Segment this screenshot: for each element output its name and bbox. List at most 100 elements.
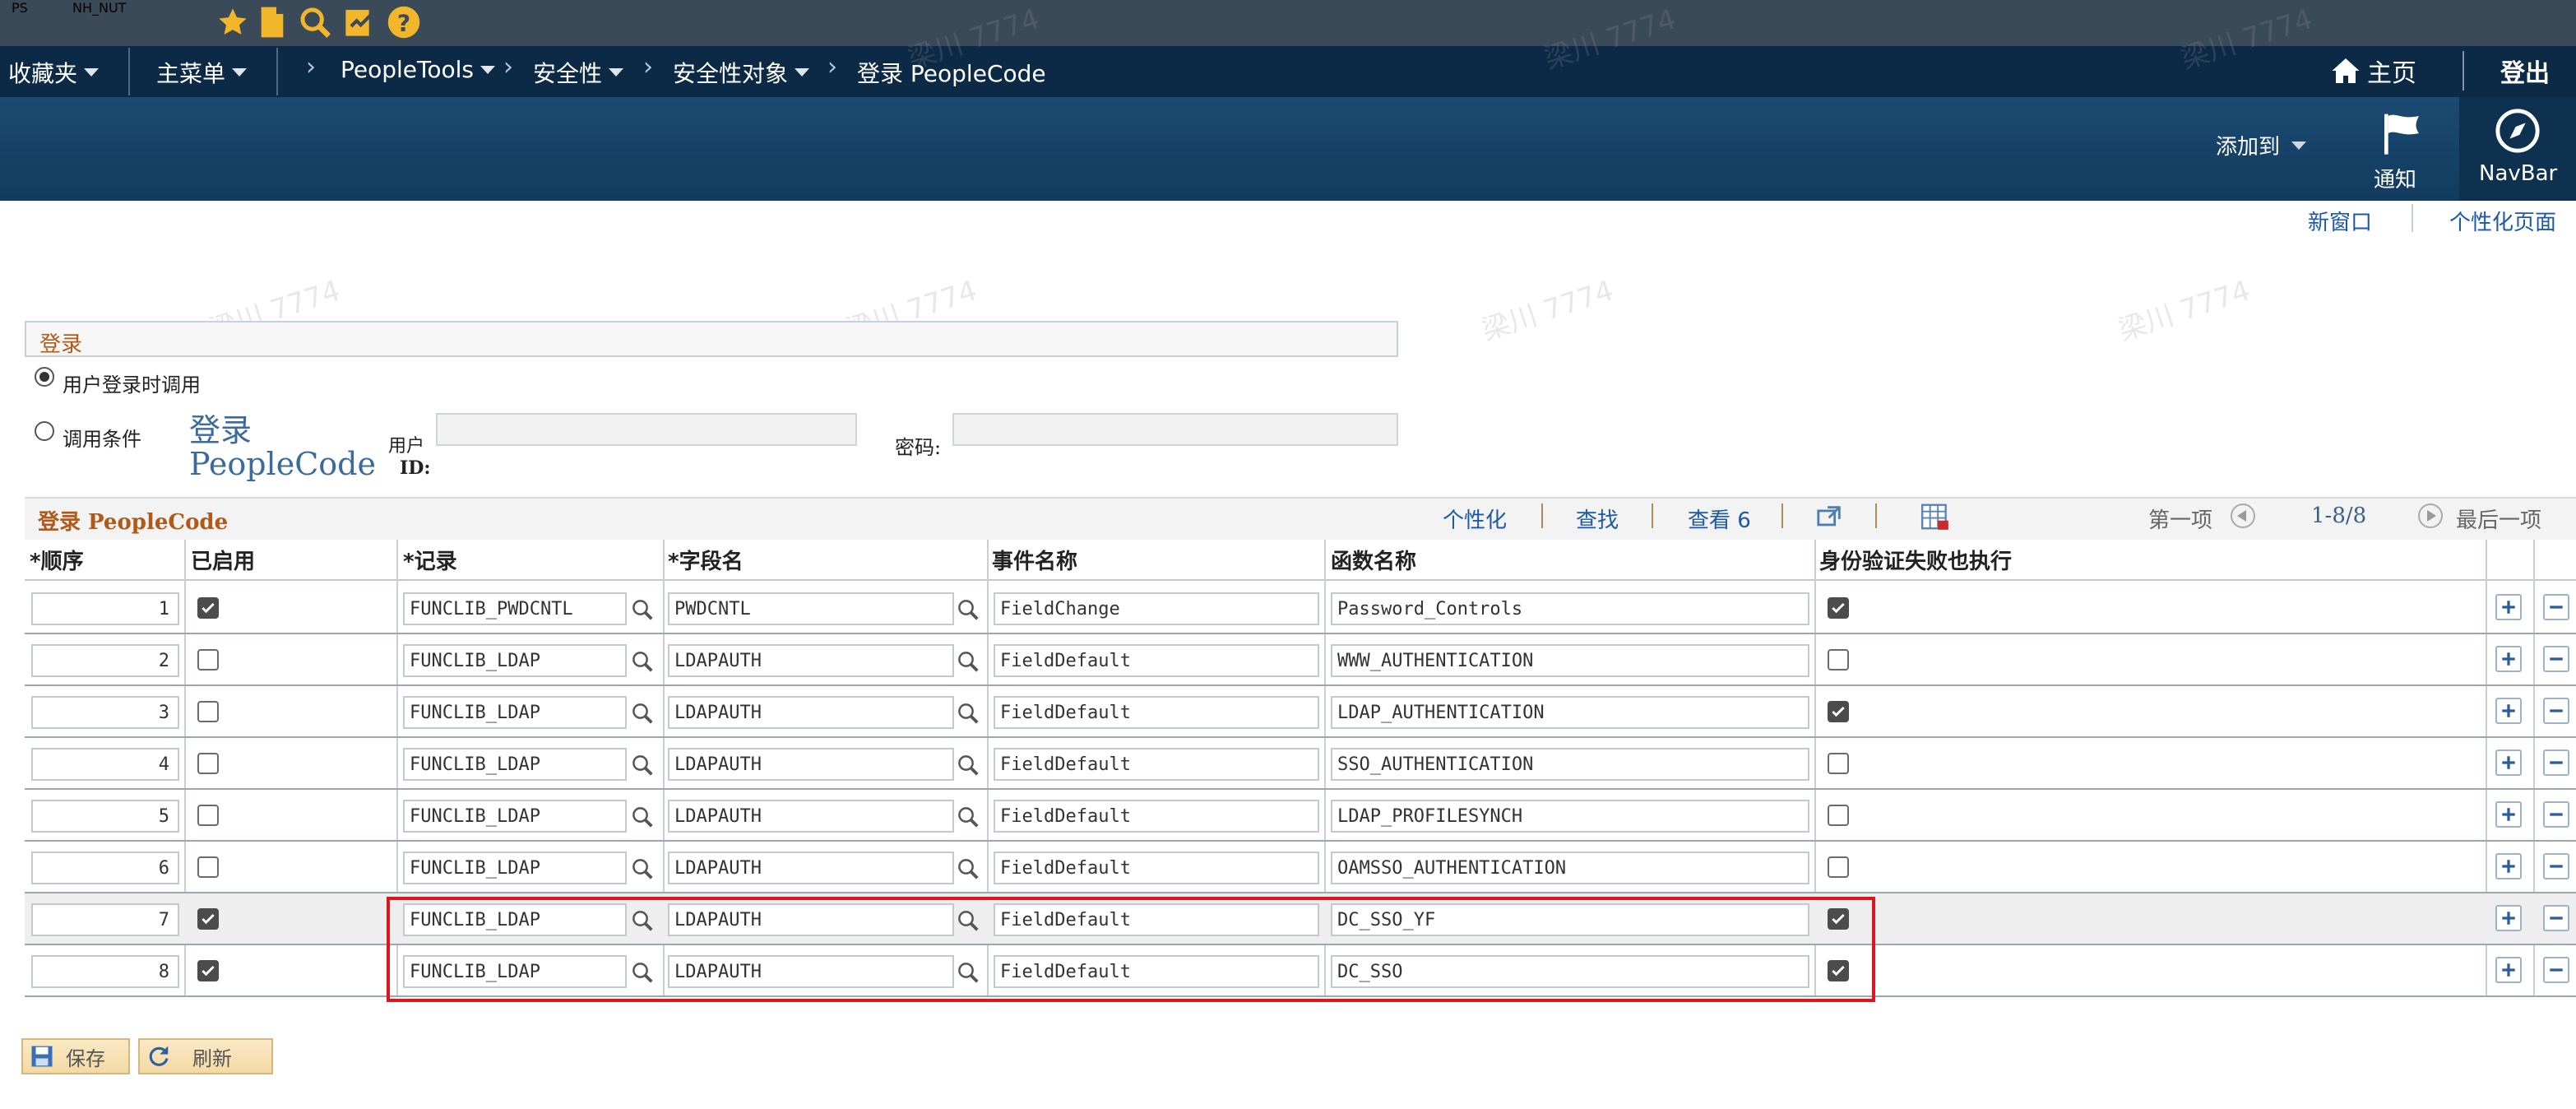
add-row-button[interactable] (2495, 801, 2522, 828)
exec-on-fail-checkbox[interactable] (1828, 805, 1849, 826)
record-lookup-icon[interactable] (630, 805, 655, 829)
grid-first-label[interactable]: 第一项 (2148, 503, 2212, 534)
field-lookup-icon[interactable] (956, 856, 980, 881)
field-name-field[interactable]: LDAPAUTH (668, 644, 954, 677)
add-row-button[interactable] (2495, 853, 2522, 879)
column-header-record[interactable]: *记录 (403, 545, 457, 575)
column-header-event[interactable]: 事件名称 (992, 545, 1077, 575)
field-lookup-icon[interactable] (956, 805, 980, 829)
delete-row-button[interactable] (2543, 698, 2569, 724)
main-menu[interactable]: 主菜单 (156, 56, 248, 89)
next-row-icon[interactable] (2418, 503, 2443, 528)
record-field[interactable]: FUNCLIB_LDAP (403, 696, 627, 729)
exec-on-fail-checkbox[interactable] (1828, 597, 1849, 619)
event-name-field[interactable]: FieldDefault (994, 800, 1319, 833)
field-lookup-icon[interactable] (956, 701, 980, 726)
record-lookup-icon[interactable] (630, 597, 655, 622)
record-field[interactable]: FUNCLIB_LDAP (403, 851, 627, 884)
column-header-exec-on-fail[interactable]: 身份验证失败也执行 (1819, 545, 2012, 575)
breadcrumb-peopletools[interactable]: PeopleTools (341, 56, 495, 83)
function-name-field[interactable]: LDAP_AUTHENTICATION (1331, 696, 1809, 729)
enabled-checkbox[interactable] (197, 908, 219, 930)
exec-on-fail-checkbox[interactable] (1828, 649, 1849, 671)
exec-on-fail-checkbox[interactable] (1828, 856, 1849, 878)
exec-on-fail-checkbox[interactable] (1828, 753, 1849, 774)
delete-row-button[interactable] (2543, 957, 2569, 983)
column-header-seq[interactable]: *顺序 (30, 545, 84, 575)
password-field[interactable] (952, 413, 1398, 446)
add-row-button[interactable] (2495, 646, 2522, 672)
record-field[interactable]: FUNCLIB_LDAP (403, 800, 627, 833)
enabled-checkbox[interactable] (197, 701, 219, 722)
record-field[interactable]: FUNCLIB_PWDCNTL (403, 592, 627, 625)
favorite-star-icon[interactable] (214, 3, 252, 41)
function-name-field[interactable]: LDAP_PROFILESYNCH (1331, 800, 1809, 833)
seq-field[interactable]: 2 (31, 644, 179, 677)
record-lookup-icon[interactable] (630, 753, 655, 777)
personalize-page-link[interactable]: 个性化页面 (2449, 206, 2556, 236)
seq-field[interactable]: 1 (31, 592, 179, 625)
seq-field[interactable]: 6 (31, 851, 179, 884)
delete-row-button[interactable] (2543, 749, 2569, 776)
field-lookup-icon[interactable] (956, 649, 980, 674)
seq-field[interactable]: 5 (31, 800, 179, 833)
seq-field[interactable]: 3 (31, 696, 179, 729)
add-row-button[interactable] (2495, 957, 2522, 983)
exec-on-fail-checkbox[interactable] (1828, 701, 1849, 722)
search-icon[interactable] (296, 3, 334, 41)
home-link[interactable]: 主页 (2331, 53, 2416, 89)
column-header-function[interactable]: 函数名称 (1331, 545, 1416, 575)
logout-link[interactable]: 登出 (2500, 53, 2550, 89)
notification-button[interactable]: 通知 (2369, 104, 2435, 194)
delete-row-button[interactable] (2543, 594, 2569, 620)
event-name-field[interactable]: FieldDefault (994, 748, 1319, 781)
add-row-button[interactable] (2495, 698, 2522, 724)
enabled-checkbox[interactable] (197, 856, 219, 878)
enabled-checkbox[interactable] (197, 597, 219, 619)
record-lookup-icon[interactable] (630, 856, 655, 881)
record-field[interactable]: FUNCLIB_LDAP (403, 644, 627, 677)
add-row-button[interactable] (2495, 594, 2522, 620)
field-name-field[interactable]: LDAPAUTH (668, 748, 954, 781)
refresh-button[interactable]: 刷新 (138, 1038, 273, 1074)
add-row-button[interactable] (2495, 905, 2522, 931)
zoom-grid-icon[interactable] (1816, 503, 1844, 530)
grid-view-all-link[interactable]: 查看 6 (1688, 503, 1751, 534)
field-lookup-icon[interactable] (956, 753, 980, 777)
function-name-field[interactable]: WWW_AUTHENTICATION (1331, 644, 1809, 677)
event-name-field[interactable]: FieldDefault (994, 851, 1319, 884)
report-icon[interactable] (341, 3, 378, 41)
enabled-checkbox[interactable] (197, 960, 219, 981)
seq-field[interactable]: 7 (31, 903, 179, 936)
event-name-field[interactable]: FieldChange (994, 592, 1319, 625)
new-window-link[interactable]: 新窗口 (2308, 206, 2372, 236)
download-excel-icon[interactable] (1920, 502, 1951, 531)
field-lookup-icon[interactable] (956, 597, 980, 622)
seq-field[interactable]: 4 (31, 748, 179, 781)
enabled-checkbox[interactable] (197, 805, 219, 826)
new-page-icon[interactable] (253, 3, 291, 41)
add-to-menu[interactable]: 添加到 (2216, 130, 2307, 160)
record-lookup-icon[interactable] (630, 649, 655, 674)
grid-last-label[interactable]: 最后一项 (2456, 503, 2541, 534)
radio-on-login[interactable] (35, 367, 54, 387)
record-lookup-icon[interactable] (630, 701, 655, 726)
column-header-enabled[interactable]: 已启用 (191, 545, 255, 575)
enabled-checkbox[interactable] (197, 649, 219, 671)
delete-row-button[interactable] (2543, 801, 2569, 828)
column-header-field[interactable]: *字段名 (668, 545, 744, 575)
function-name-field[interactable]: SSO_AUTHENTICATION (1331, 748, 1809, 781)
delete-row-button[interactable] (2543, 853, 2569, 879)
breadcrumb-security[interactable]: 安全性 (533, 56, 624, 89)
favorites-menu[interactable]: 收藏夹 (8, 56, 100, 89)
radio-condition[interactable] (35, 421, 54, 441)
event-name-field[interactable]: FieldDefault (994, 696, 1319, 729)
field-name-field[interactable]: LDAPAUTH (668, 696, 954, 729)
user-id-field[interactable] (436, 413, 857, 446)
delete-row-button[interactable] (2543, 646, 2569, 672)
delete-row-button[interactable] (2543, 905, 2569, 931)
grid-find-link[interactable]: 查找 (1576, 503, 1619, 534)
field-name-field[interactable]: LDAPAUTH (668, 851, 954, 884)
event-name-field[interactable]: FieldDefault (994, 644, 1319, 677)
field-name-field[interactable]: PWDCNTL (668, 592, 954, 625)
